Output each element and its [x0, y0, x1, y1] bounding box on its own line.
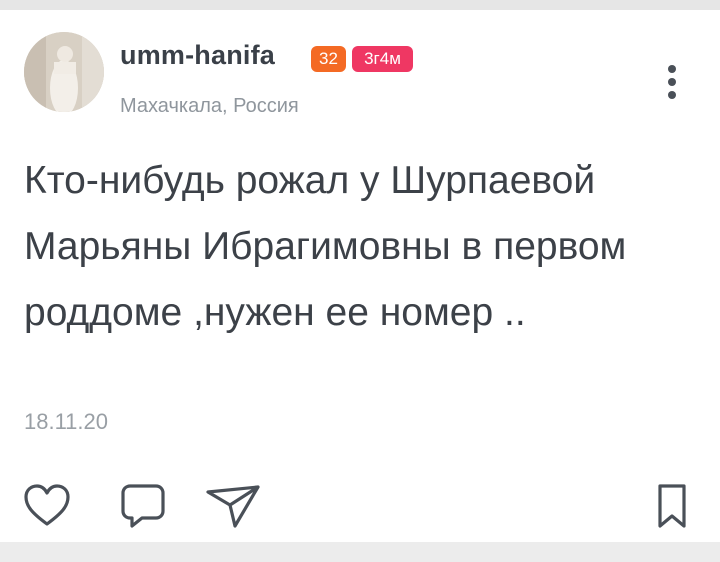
bookmark-icon: [658, 484, 686, 528]
top-divider: [0, 0, 720, 10]
bottom-divider: [0, 542, 720, 562]
send-icon: [206, 485, 260, 528]
avatar[interactable]: [24, 32, 104, 112]
time-badge: 3г4м: [352, 46, 413, 72]
bookmark-button[interactable]: [652, 478, 692, 534]
like-button[interactable]: [22, 478, 72, 534]
more-vertical-icon: [668, 65, 676, 99]
more-options-button[interactable]: [660, 62, 684, 102]
share-button[interactable]: [203, 478, 263, 534]
post-card: umm-hanifa 32 3г4м Махачкала, Россия Кто…: [0, 10, 720, 542]
comment-button[interactable]: [118, 478, 168, 534]
comment-icon: [121, 484, 165, 528]
avatar-image: [24, 32, 104, 112]
post-date: 18.11.20: [24, 409, 109, 434]
post-text: Кто-нибудь рожал у Шурпаевой Марьяны Ибр…: [24, 159, 627, 334]
author-username[interactable]: umm-hanifa: [120, 40, 275, 71]
heart-icon: [24, 484, 70, 526]
level-badge: 32: [311, 46, 346, 72]
author-location: Махачкала, Россия: [120, 95, 299, 117]
